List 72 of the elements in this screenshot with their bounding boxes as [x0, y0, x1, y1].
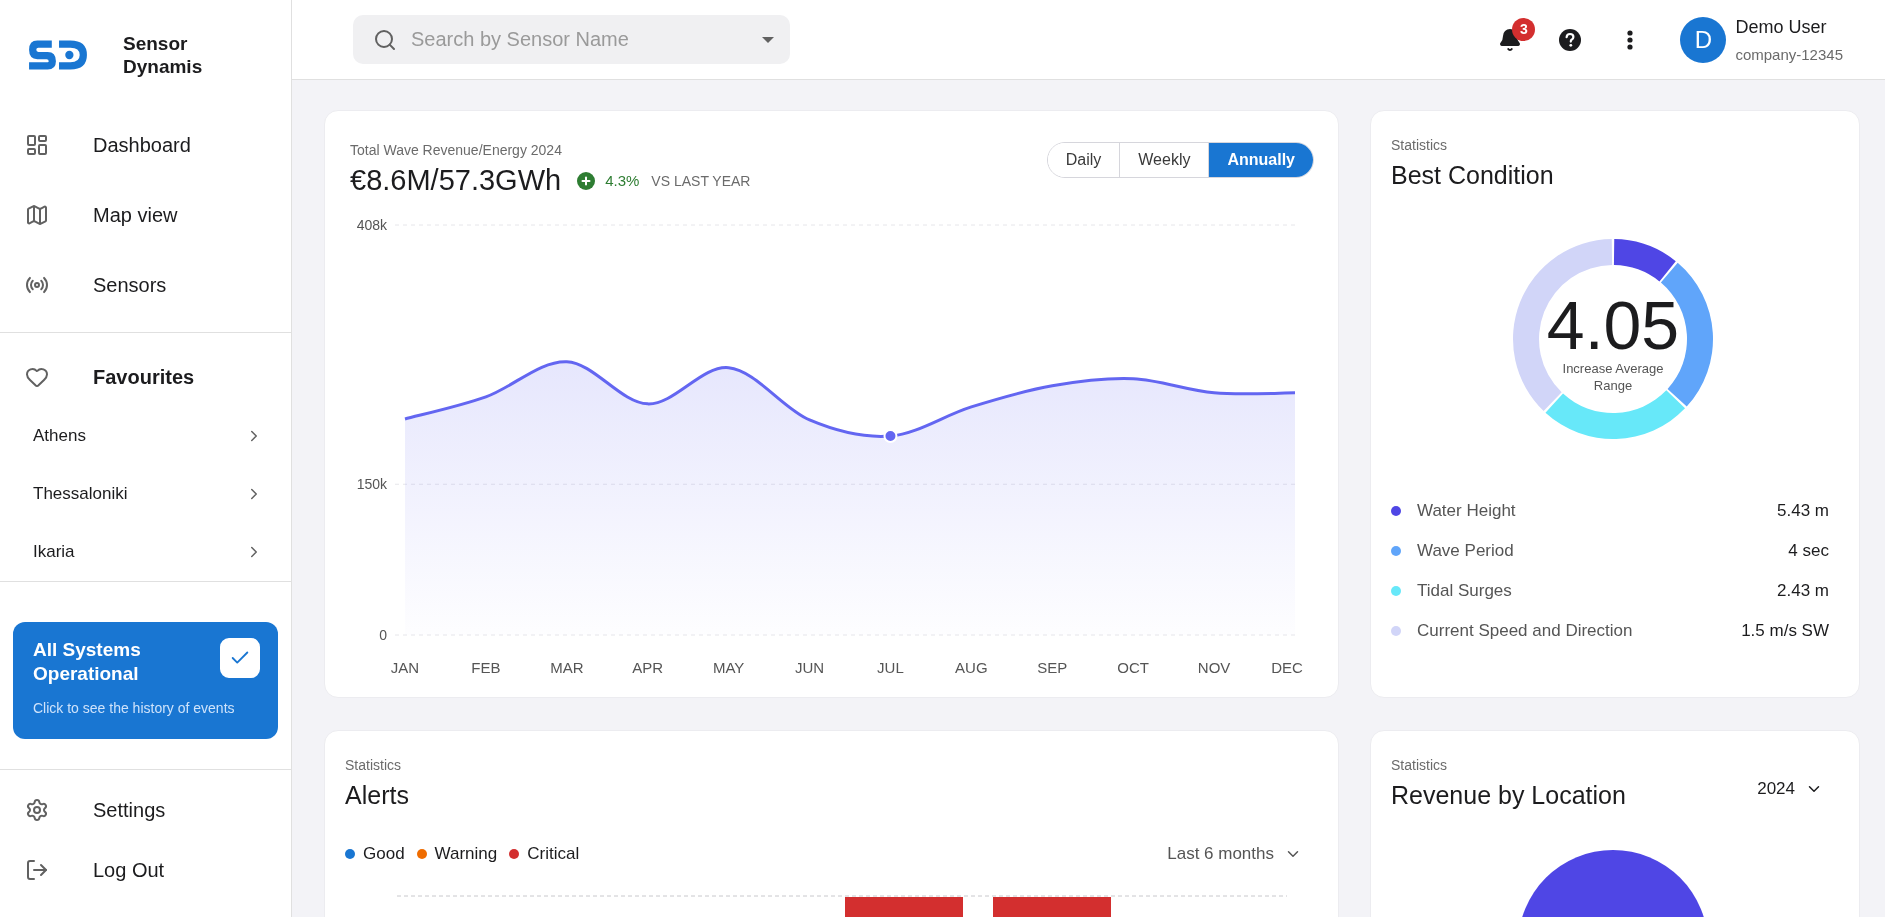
axis-label: JUL — [877, 659, 904, 676]
axis-label: APR — [632, 659, 664, 676]
change-caption: VS LAST YEAR — [651, 172, 751, 189]
donut-value: 4.05 — [1546, 290, 1680, 360]
more-icon — [1627, 29, 1634, 50]
nav-icon — [25, 203, 49, 227]
favourites-heading: Favourites — [93, 365, 195, 389]
nav-icon — [25, 133, 49, 157]
axis-label: 150k — [356, 476, 387, 493]
favourite-item[interactable]: Thessaloniki — [0, 465, 291, 523]
legend-label: Warning — [434, 844, 498, 864]
nav-item[interactable]: Settings — [0, 780, 291, 840]
search-bar[interactable]: Search by Sensor Name — [353, 15, 790, 64]
axis-label: OCT — [1117, 659, 1149, 676]
card-label: Statistics — [1391, 137, 1448, 153]
card-label: Statistics — [1391, 757, 1448, 773]
donut-caption: Increase Average Range — [1561, 360, 1665, 394]
period-tab[interactable]: Annually — [1208, 143, 1313, 177]
user-avatar[interactable]: D — [1680, 16, 1727, 63]
favourite-item[interactable]: Athens — [0, 407, 291, 465]
legend-label: Water Height — [1417, 501, 1516, 521]
status-card[interactable]: All Systems Operational Click to see the history of events — [13, 622, 278, 739]
search-icon — [373, 27, 397, 52]
caret-icon — [762, 36, 774, 43]
axis-label: AUG — [955, 659, 988, 676]
notification-badge: 3 — [1512, 17, 1536, 41]
legend-value: 2.43 m — [1777, 581, 1829, 601]
card-label: Total Wave Revenue/Energy 2024 — [350, 142, 563, 158]
nav-item[interactable]: Map view — [0, 180, 291, 250]
axis-label: MAY — [712, 659, 745, 676]
legend-label: Tidal Surges — [1417, 581, 1512, 601]
notifications-button[interactable]: 3 — [1480, 15, 1541, 64]
favourite-item[interactable]: Ikaria — [0, 523, 291, 581]
highlight-point — [883, 429, 898, 444]
user-company: company-12345 — [1735, 45, 1843, 63]
legend-label: Good — [363, 844, 405, 864]
help-icon — [1558, 27, 1583, 52]
brand-name: Sensor Dynamis — [123, 32, 204, 78]
range-dropdown[interactable]: Last 6 months — [1167, 844, 1314, 864]
card-title: Best Condition — [1391, 161, 1555, 190]
legend-label: Critical — [527, 844, 580, 864]
year-dropdown[interactable]: 2024 — [1757, 779, 1835, 799]
search-input[interactable]: Search by Sensor Name — [409, 27, 750, 52]
axis-label: FEB — [471, 659, 501, 676]
nav-icon — [25, 798, 49, 822]
nav-item[interactable]: Sensors — [0, 250, 291, 320]
card-title: Revenue by Location — [1391, 781, 1626, 810]
axis-label: NOV — [1197, 659, 1231, 676]
legend-value: 4 sec — [1788, 541, 1829, 561]
axis-label: MAR — [550, 659, 584, 676]
plus-icon — [577, 171, 596, 190]
axis-label: JUN — [794, 659, 825, 676]
card-title: Alerts — [345, 781, 410, 810]
heart-icon — [25, 365, 49, 389]
nav-icon — [25, 858, 49, 882]
legend-value: 5.43 m — [1777, 501, 1829, 521]
axis-label: 0 — [379, 627, 387, 643]
legend-value: 1.5 m/s SW — [1741, 621, 1829, 641]
user-name: Demo User — [1735, 16, 1828, 38]
legend-label: Wave Period — [1417, 541, 1514, 561]
status-text: Click to see the history of events — [33, 699, 236, 718]
axis-label: JAN — [390, 659, 420, 676]
axis-label: 408k — [356, 217, 387, 233]
status-title: All Systems Operational — [33, 638, 142, 686]
legend-label: Current Speed and Direction — [1417, 621, 1633, 641]
axis-label: SEP — [1037, 659, 1068, 676]
nav-item[interactable]: Dashboard — [0, 110, 291, 180]
card-label: Statistics — [345, 757, 402, 773]
revenue-value: €8.6M/57.3GWh — [350, 164, 562, 197]
nav-item[interactable]: Log Out — [0, 840, 291, 900]
change-value: 4.3% — [605, 172, 640, 189]
axis-label: DEC — [1271, 659, 1303, 676]
